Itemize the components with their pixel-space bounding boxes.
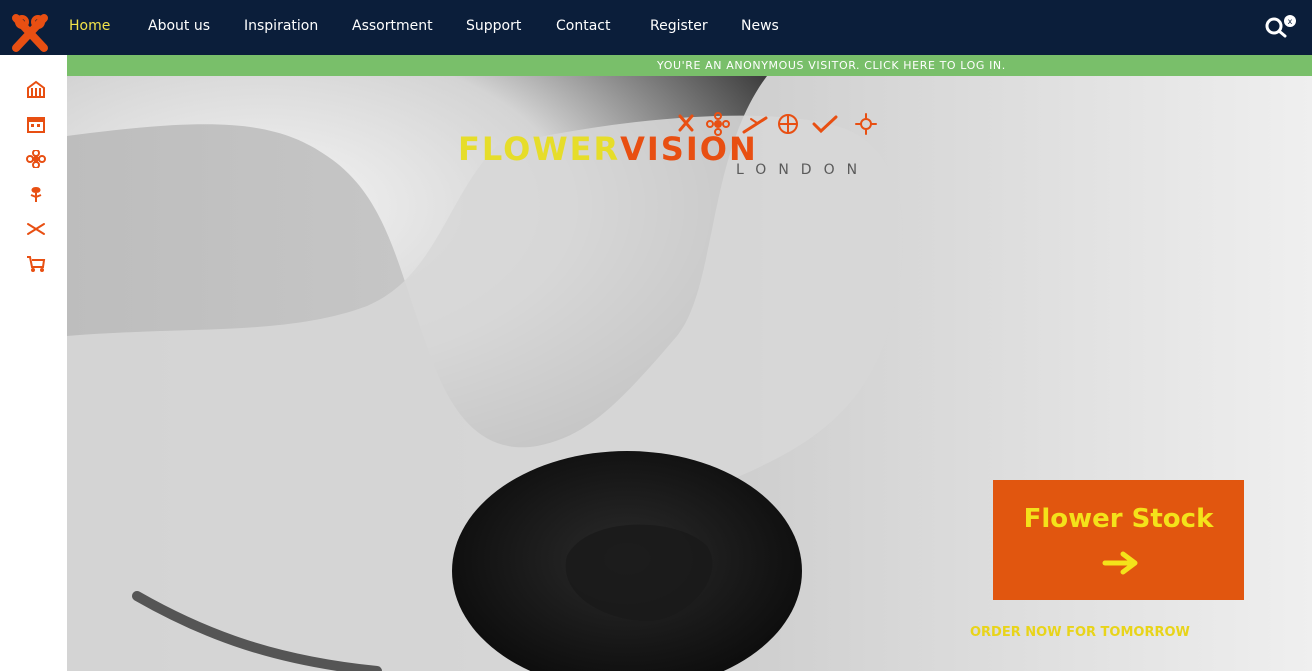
cart-icon[interactable] <box>26 255 46 273</box>
nav-register[interactable]: Register <box>650 18 708 34</box>
nav-inspiration[interactable]: Inspiration <box>244 18 318 34</box>
brand-logo: FLOWERVISION LONDON <box>458 110 898 190</box>
svg-text:x: x <box>1288 17 1293 26</box>
search-icon: x <box>1265 15 1296 38</box>
scissors-icon <box>678 114 694 132</box>
nav-assortment[interactable]: Assortment <box>352 18 433 34</box>
brand-wordmark: FLOWERVISION <box>458 130 758 168</box>
brand-location: LONDON <box>736 162 870 178</box>
arrow-right-icon <box>1101 548 1141 578</box>
check-icon <box>812 115 838 134</box>
plant-icon[interactable] <box>26 185 46 203</box>
flower-outline-icon <box>778 114 798 134</box>
flower-stock-button[interactable]: Flower Stock <box>993 480 1244 600</box>
top-navbar: Home About us Inspiration Assortment Sup… <box>0 0 1312 55</box>
flower-icon[interactable] <box>26 149 46 169</box>
nav-home[interactable]: Home <box>69 18 110 34</box>
sun-icon <box>855 113 877 135</box>
nav-news[interactable]: News <box>741 18 779 34</box>
sidebar <box>0 55 67 671</box>
nav-contact[interactable]: Contact <box>556 18 610 34</box>
scissors-icon[interactable] <box>26 220 46 238</box>
nav-about-us[interactable]: About us <box>148 18 210 34</box>
order-now-text[interactable]: ORDER NOW FOR TOMORROW <box>970 625 1190 640</box>
building-icon[interactable] <box>26 80 46 98</box>
nav-support[interactable]: Support <box>466 18 521 34</box>
login-notice-bar[interactable]: YOU'RE AN ANONYMOUS VISITOR. CLICK HERE … <box>67 55 1312 76</box>
login-notice-text: YOU'RE AN ANONYMOUS VISITOR. CLICK HERE … <box>657 59 1006 72</box>
calendar-icon[interactable] <box>26 115 46 133</box>
search-button[interactable]: x <box>1262 14 1298 38</box>
flower-stock-title: Flower Stock <box>1023 504 1214 534</box>
brand-flower: FLOWER <box>458 130 621 168</box>
